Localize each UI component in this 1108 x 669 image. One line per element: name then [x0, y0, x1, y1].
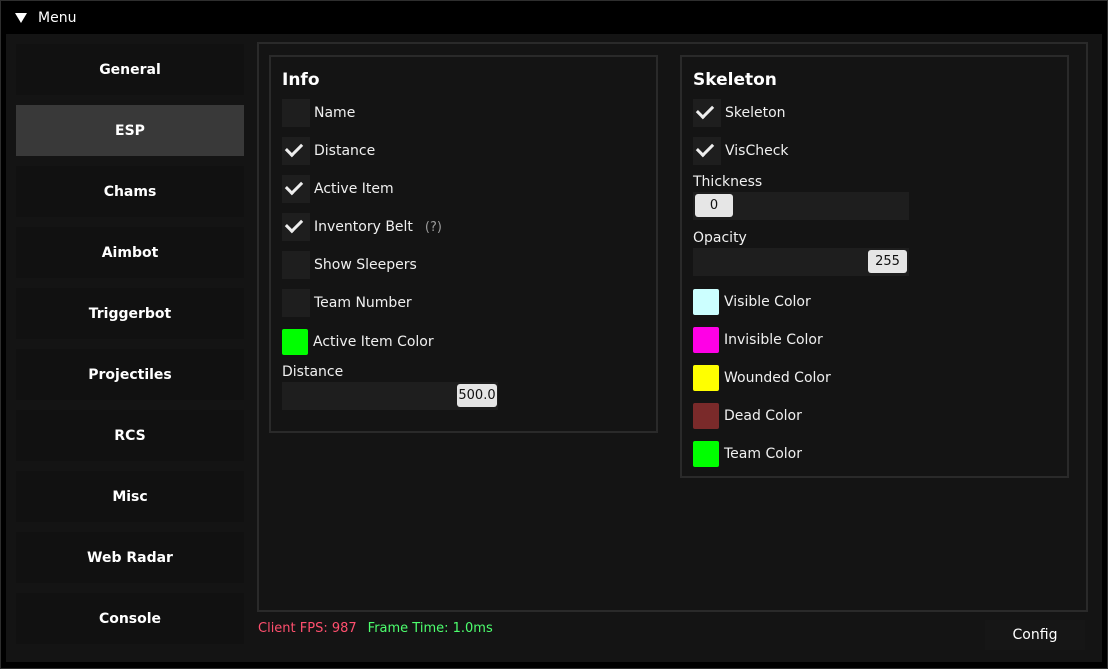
thickness-label: Thickness [693, 174, 763, 190]
sidebar-item-chams[interactable]: Chams [16, 166, 244, 217]
distance-slider-value[interactable]: 500.0 [457, 384, 497, 407]
name-row: Name [282, 99, 355, 127]
sidebar-item-console[interactable]: Console [16, 593, 244, 644]
status-bar: Client FPS: 987 Frame Time: 1.0ms [258, 621, 493, 636]
help-marker-icon[interactable]: (?) [425, 220, 442, 235]
distance-slider-label: Distance [282, 364, 344, 380]
active-item-color-row: Active Item Color [282, 328, 434, 356]
dead-color-label: Dead Color [724, 408, 802, 424]
sidebar-item-projectiles[interactable]: Projectiles [16, 349, 244, 400]
inventory-belt-label: Inventory Belt [314, 219, 413, 235]
opacity-slider[interactable]: 255 [693, 248, 909, 276]
show-sleepers-checkbox[interactable] [282, 251, 310, 279]
thickness-slider-value[interactable]: 0 [695, 194, 733, 217]
distance-label: Distance [314, 143, 376, 159]
invisible-color-swatch[interactable] [693, 327, 719, 353]
active-item-checkbox[interactable] [282, 175, 310, 203]
sidebar-item-general[interactable]: General [16, 44, 244, 95]
team-number-label: Team Number [314, 295, 412, 311]
active-item-color-label: Active Item Color [313, 334, 434, 350]
skeleton-label: Skeleton [725, 105, 786, 121]
sidebar-item-esp[interactable]: ESP [16, 105, 244, 156]
team-color-swatch[interactable] [693, 441, 719, 467]
frame-time: Frame Time: 1.0ms [367, 621, 493, 636]
titlebar[interactable]: Menu [1, 1, 1107, 35]
sidebar: General ESP Chams Aimbot Triggerbot Proj… [16, 44, 244, 654]
info-panel: Info Name Distance Active Item Inventory… [269, 55, 658, 433]
sidebar-item-misc[interactable]: Misc [16, 471, 244, 522]
skeleton-panel-title: Skeleton [693, 70, 777, 90]
wounded-color-row: Wounded Color [693, 364, 831, 392]
active-item-row: Active Item [282, 175, 394, 203]
distance-checkbox[interactable] [282, 137, 310, 165]
name-checkbox[interactable] [282, 99, 310, 127]
client-fps: Client FPS: 987 [258, 621, 357, 636]
dead-color-row: Dead Color [693, 402, 802, 430]
visible-color-swatch[interactable] [693, 289, 719, 315]
sidebar-item-rcs[interactable]: RCS [16, 410, 244, 461]
config-button[interactable]: Config [985, 620, 1085, 650]
show-sleepers-label: Show Sleepers [314, 257, 417, 273]
wounded-color-swatch[interactable] [693, 365, 719, 391]
active-item-label: Active Item [314, 181, 394, 197]
vischeck-checkbox[interactable] [693, 137, 721, 165]
distance-slider[interactable]: 500.0 [282, 382, 498, 410]
vischeck-label: VisCheck [725, 143, 789, 159]
show-sleepers-row: Show Sleepers [282, 251, 417, 279]
invisible-color-label: Invisible Color [724, 332, 823, 348]
info-panel-title: Info [282, 70, 320, 90]
active-item-color-swatch[interactable] [282, 329, 308, 355]
sidebar-item-web-radar[interactable]: Web Radar [16, 532, 244, 583]
sidebar-item-triggerbot[interactable]: Triggerbot [16, 288, 244, 339]
sidebar-item-aimbot[interactable]: Aimbot [16, 227, 244, 278]
distance-row: Distance [282, 137, 375, 165]
collapse-triangle-icon[interactable] [15, 13, 27, 23]
skeleton-row: Skeleton [693, 99, 786, 127]
opacity-label: Opacity [693, 230, 747, 246]
opacity-slider-value[interactable]: 255 [868, 250, 907, 273]
vischeck-row: VisCheck [693, 137, 789, 165]
wounded-color-label: Wounded Color [724, 370, 831, 386]
team-color-row: Team Color [693, 440, 802, 468]
skeleton-checkbox[interactable] [693, 99, 721, 127]
thickness-slider[interactable]: 0 [693, 192, 909, 220]
inventory-belt-checkbox[interactable] [282, 213, 310, 241]
inventory-belt-row: Inventory Belt (?) [282, 213, 442, 241]
visible-color-label: Visible Color [724, 294, 811, 310]
name-label: Name [314, 105, 356, 121]
team-number-checkbox[interactable] [282, 289, 310, 317]
window-title: Menu [38, 10, 77, 26]
team-color-label: Team Color [724, 446, 803, 462]
visible-color-row: Visible Color [693, 288, 811, 316]
dead-color-swatch[interactable] [693, 403, 719, 429]
invisible-color-row: Invisible Color [693, 326, 823, 354]
skeleton-panel: Skeleton Skeleton VisCheck Thickness 0 O… [680, 55, 1069, 478]
team-number-row: Team Number [282, 289, 412, 317]
